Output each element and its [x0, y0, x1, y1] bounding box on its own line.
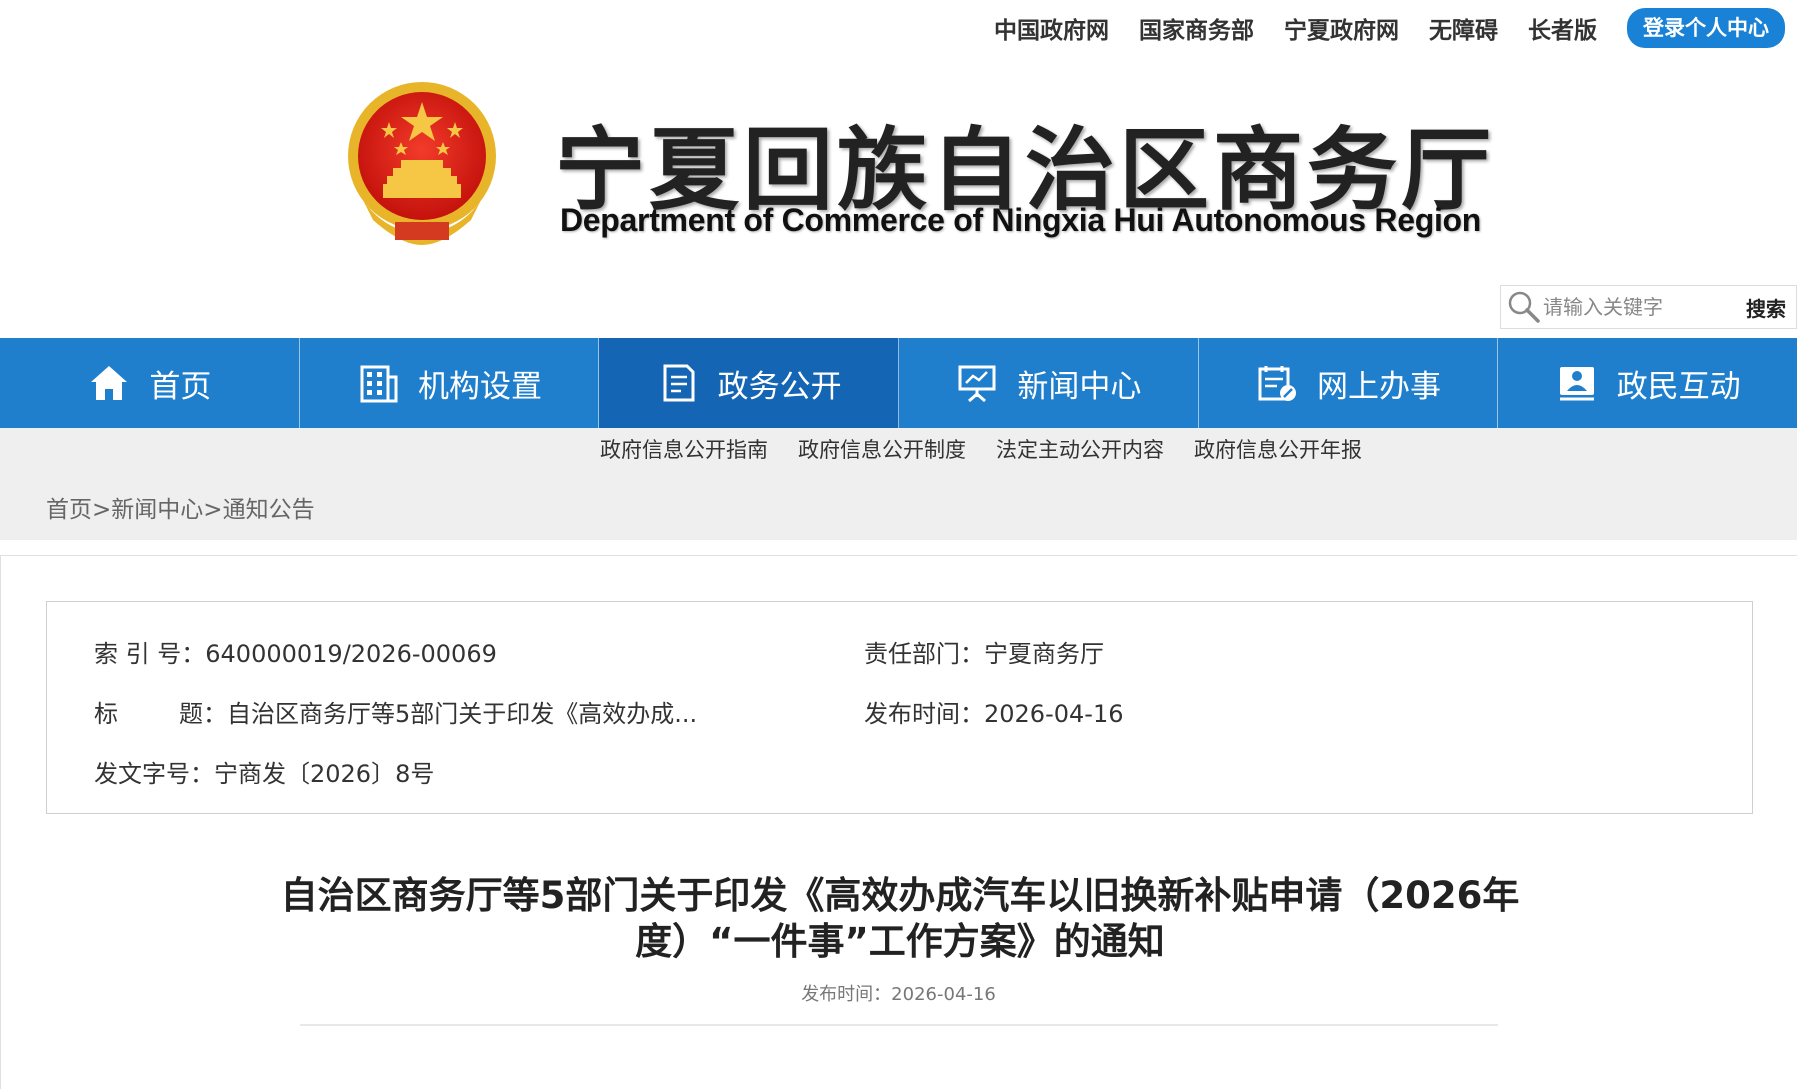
nav-item-label: 政务公开 — [717, 368, 842, 405]
breadcrumb-notices[interactable]: 通知公告 — [223, 497, 315, 523]
national-emblem-icon — [348, 82, 496, 245]
subnav-disclosure-system[interactable]: 政府信息公开制度 — [798, 434, 966, 464]
nav-item-interaction[interactable]: 政民互动 — [1498, 338, 1797, 428]
breadcrumb-separator: > — [92, 497, 112, 523]
search-box: 搜索 — [1500, 285, 1797, 329]
top-link-elder-mode[interactable]: 长者版 — [1528, 11, 1597, 45]
top-link-nx-gov[interactable]: 宁夏政府网 — [1284, 11, 1399, 45]
top-links: 中国政府网 国家商务部 宁夏政府网 无障碍 长者版 登录个人中心 — [994, 8, 1785, 48]
breadcrumb: 首页>新闻中心>通知公告 — [46, 490, 315, 524]
meta-docno: 发文字号：宁商发〔2026〕8号 — [94, 760, 435, 788]
meta-date: 发布时间：2026-04-16 — [864, 700, 1124, 728]
meta-index: 索 引 号：640000019/2026-00069 — [94, 640, 497, 668]
home-icon — [91, 366, 128, 400]
site-title-en: Department of Commerce of Ningxia Hui Au… — [560, 202, 1482, 238]
divider — [300, 1024, 1498, 1026]
building-icon — [360, 365, 398, 403]
article-pubtime: 发布时间：2026-04-16 — [801, 984, 996, 1005]
login-button[interactable]: 登录个人中心 — [1627, 8, 1785, 48]
search-button[interactable]: 搜索 — [1746, 293, 1786, 322]
metadata-table: 索 引 号：640000019/2026-00069 责任部门：宁夏商务厅 标 … — [46, 601, 1753, 814]
meta-index-value: 640000019/2026-00069 — [205, 640, 497, 668]
nav-item-label: 网上办事 — [1317, 368, 1442, 405]
breadcrumb-home[interactable]: 首页 — [46, 497, 92, 523]
nav-item-news[interactable]: 新闻中心 — [899, 338, 1199, 428]
top-link-mofcom[interactable]: 国家商务部 — [1139, 11, 1254, 45]
nav-item-label: 政民互动 — [1616, 368, 1741, 405]
breadcrumb-separator: > — [203, 497, 223, 523]
subnav-disclosure-guide[interactable]: 政府信息公开指南 — [600, 434, 768, 464]
breadcrumb-news[interactable]: 新闻中心 — [111, 497, 203, 523]
nav-item-organization[interactable]: 机构设置 — [300, 338, 600, 428]
top-link-accessibility[interactable]: 无障碍 — [1429, 11, 1498, 45]
nav-item-home[interactable]: 首页 — [0, 338, 300, 428]
search-input[interactable] — [1543, 295, 1746, 319]
nav-item-label: 机构设置 — [418, 368, 542, 405]
subnav-annual-report[interactable]: 政府信息公开年报 — [1194, 434, 1362, 464]
meta-title: 标 题：自治区商务厅等5部门关于印发《高效办成... — [94, 700, 698, 728]
nav-item-online-service[interactable]: 网上办事 — [1199, 338, 1499, 428]
meta-dept: 责任部门：宁夏商务厅 — [864, 640, 1104, 668]
sub-nav: 政府信息公开指南 政府信息公开制度 法定主动公开内容 政府信息公开年报 — [600, 434, 1362, 464]
document-icon — [663, 364, 695, 402]
presentation-icon — [958, 365, 996, 403]
form-edit-icon — [1258, 366, 1297, 401]
subnav-statutory-content[interactable]: 法定主动公开内容 — [996, 434, 1164, 464]
nav-item-label: 新闻中心 — [1017, 368, 1142, 405]
main-nav: 首页 机构设置 政务公开 新闻中心 网上办事 政民互动 — [0, 338, 1797, 428]
meta-docno-value: 宁商发〔2026〕8号 — [214, 760, 435, 788]
meta-dept-value: 宁夏商务厅 — [984, 640, 1104, 668]
search-icon — [1508, 291, 1540, 323]
top-link-gov-cn[interactable]: 中国政府网 — [994, 11, 1109, 45]
meta-date-value: 2026-04-16 — [984, 700, 1124, 728]
nav-item-gov-affairs[interactable]: 政务公开 — [599, 338, 900, 428]
article-title: 自治区商务厅等5部门关于印发《高效办成汽车以旧换新补贴申请（2026年度）“一件… — [280, 874, 1520, 963]
user-card-icon — [1559, 367, 1594, 401]
nav-item-label: 首页 — [149, 368, 212, 405]
meta-title-value: 自治区商务厅等5部门关于印发《高效办成... — [227, 700, 698, 728]
